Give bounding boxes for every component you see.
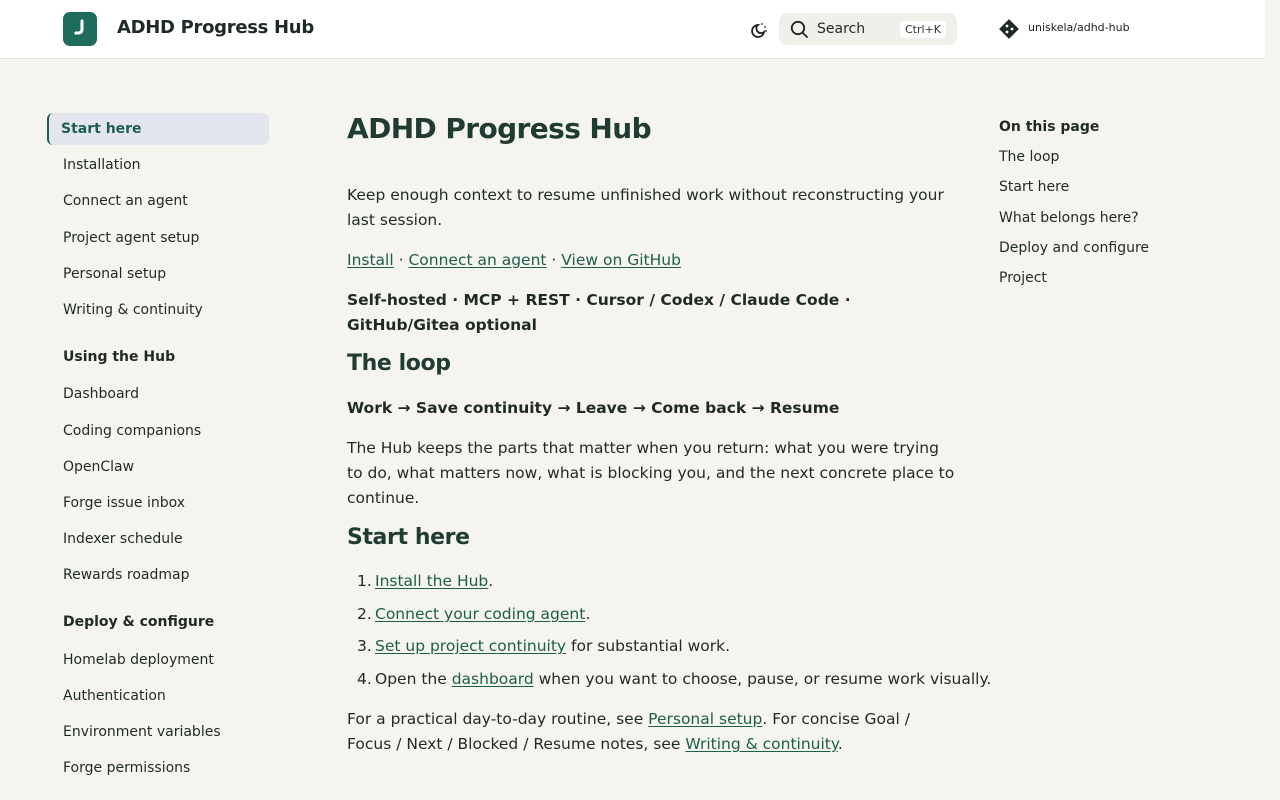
top-header: ADHD Progress Hub Search Ctrl+K uniskela… [0, 0, 1265, 59]
sidebar-item-start-here[interactable]: Start here [47, 113, 269, 145]
page-title: ADHD Progress Hub [347, 112, 652, 145]
sidebar-item-dashboard[interactable]: Dashboard [47, 378, 269, 410]
loop-flow: Work → Save continuity → Leave → Come ba… [347, 399, 840, 417]
list-item: 3. Set up project continuity for substant… [357, 637, 731, 655]
dashboard-link[interactable]: dashboard [452, 670, 534, 688]
site-logo[interactable] [63, 12, 97, 46]
tagline: Self-hosted · MCP + REST · Cursor / Code… [347, 291, 851, 334]
quick-links: Install · Connect an agent · View on Git… [347, 248, 959, 273]
sidebar-item-writing-continuity[interactable]: Writing & continuity [47, 294, 269, 326]
project-continuity-link[interactable]: Set up project continuity [375, 637, 566, 655]
github-link[interactable]: View on GitHub [561, 251, 681, 269]
install-link[interactable]: Install [347, 251, 394, 269]
connect-agent-link[interactable]: Connect an agent [408, 251, 546, 269]
sidebar-item-installation[interactable]: Installation [47, 149, 269, 181]
list-item-text: for substantial work. [566, 637, 731, 655]
search-shortcut-badge: Ctrl+K [900, 21, 946, 38]
writing-continuity-link[interactable]: Writing & continuity [685, 735, 838, 753]
list-item-text: . [488, 572, 494, 590]
sidebar-item-openclaw[interactable]: OpenClaw [47, 451, 269, 483]
search-button[interactable]: Search Ctrl+K [779, 13, 957, 45]
sidebar-group-deploy: Deploy & configure [63, 614, 215, 630]
list-item: 2. Connect your coding agent. [357, 605, 591, 623]
repo-label: uniskela/adhd-hub [1028, 21, 1130, 34]
routine-paragraph: For a practical day-to-day routine, see … [347, 707, 959, 757]
toc-item-deploy-configure[interactable]: Deploy and configure [999, 240, 1149, 256]
toc-item-loop[interactable]: The loop [999, 149, 1059, 165]
sidebar-item-environment-variables[interactable]: Environment variables [47, 716, 269, 748]
toc-title: On this page [999, 119, 1100, 135]
list-item-text: Open the [375, 670, 452, 688]
sidebar-item-authentication[interactable]: Authentication [47, 680, 269, 712]
list-item: 4. Open the dashboard when you want to ch… [357, 670, 992, 688]
sidebar-item-project-agent-setup[interactable]: Project agent setup [47, 222, 269, 254]
connect-coding-agent-link[interactable]: Connect your coding agent [375, 605, 585, 623]
link-separator: · [393, 251, 409, 269]
sidebar-item-rewards-roadmap[interactable]: Rewards roadmap [47, 559, 269, 591]
toc-item-start-here[interactable]: Start here [999, 179, 1069, 195]
toc-item-project[interactable]: Project [999, 270, 1047, 286]
section-heading-start: Start here [347, 525, 470, 550]
list-item: 1. Install the Hub. [357, 572, 494, 590]
sidebar-item-indexer-schedule[interactable]: Indexer schedule [47, 523, 269, 555]
routine-text: . [837, 735, 843, 753]
sidebar-group-using: Using the Hub [63, 349, 176, 365]
list-item-text: when you want to choose, pause, or resum… [533, 670, 992, 688]
git-icon [999, 19, 1019, 39]
intro-paragraph: Keep enough context to resume unfinished… [347, 186, 944, 229]
logo-glyph-icon [74, 19, 84, 35]
sidebar-item-coding-companions[interactable]: Coding companions [47, 415, 269, 447]
link-separator: · [546, 251, 562, 269]
site-title[interactable]: ADHD Progress Hub [117, 17, 314, 38]
section-heading-loop: The loop [347, 351, 451, 376]
install-hub-link[interactable]: Install the Hub [375, 572, 488, 590]
loop-paragraph: The Hub keeps the parts that matter when… [347, 439, 955, 507]
personal-setup-link[interactable]: Personal setup [648, 710, 762, 728]
sidebar-item-forge-permissions[interactable]: Forge permissions [47, 752, 269, 784]
list-item-text: . [585, 605, 591, 623]
sidebar-item-forge-issue-inbox[interactable]: Forge issue inbox [47, 487, 269, 519]
routine-text: For a practical day-to-day routine, see [347, 710, 649, 728]
toc-item-what-belongs[interactable]: What belongs here? [999, 210, 1139, 226]
sidebar-item-personal-setup[interactable]: Personal setup [47, 258, 269, 290]
search-label: Search [817, 21, 866, 37]
theme-toggle-icon[interactable] [745, 18, 769, 42]
sidebar-item-homelab-deployment[interactable]: Homelab deployment [47, 644, 269, 676]
search-icon [790, 20, 808, 38]
sidebar-item-connect-agent[interactable]: Connect an agent [47, 185, 269, 217]
